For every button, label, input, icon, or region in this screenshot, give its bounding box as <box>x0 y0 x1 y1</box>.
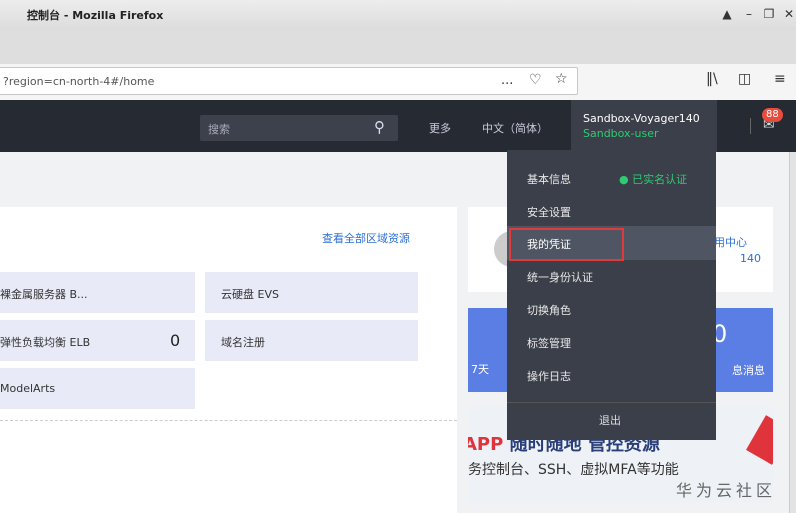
library-icon[interactable]: ‖\ <box>706 71 718 87</box>
stats-message-label: 息消息 <box>732 364 765 377</box>
check-circle-icon: ● <box>619 173 633 186</box>
window-up-icon[interactable]: ▲ <box>718 5 736 23</box>
window-title-bar: 控制台 - Mozilla Firefox ▲ – ❐ ✕ <box>0 0 796 30</box>
service-tile[interactable]: 域名注册 <box>205 320 418 361</box>
search-icon[interactable]: ⚲ <box>374 118 385 136</box>
service-label: ModelArts <box>0 382 56 395</box>
window-restore-icon[interactable]: ❐ <box>760 5 778 23</box>
promo-app-word: APP <box>468 434 504 455</box>
menu-item-switch-role[interactable]: 切换角色 <box>507 293 716 325</box>
watermark: 华为云社区 <box>676 481 777 500</box>
pocket-icon[interactable]: ♡ <box>529 72 542 88</box>
window-close-icon[interactable]: ✕ <box>780 5 796 23</box>
service-tile[interactable]: 裸金属服务器 B... <box>0 272 195 313</box>
service-label: 裸金属服务器 B... <box>0 288 88 301</box>
verified-label: 已实名认证 <box>632 173 688 186</box>
user-center-number: 140 <box>740 252 761 265</box>
menu-item-label: 操作日志 <box>527 370 571 383</box>
notification-badge: 88 <box>762 108 783 122</box>
menu-divider <box>507 402 716 403</box>
username: Sandbox-Voyager140 <box>583 112 700 125</box>
promo-decoration <box>746 415 773 465</box>
scrollbar[interactable] <box>789 152 796 513</box>
menu-item-label: 统一身份认证 <box>527 271 593 284</box>
user-menu-button[interactable]: Sandbox-Voyager140 Sandbox-user <box>571 100 717 152</box>
menu-item-label: 标签管理 <box>527 337 571 350</box>
view-all-regions-link[interactable]: 查看全部区域资源 <box>322 230 410 246</box>
service-label: 域名注册 <box>221 336 265 349</box>
header-divider <box>750 118 751 134</box>
service-label: 云硬盘 EVS <box>221 288 279 301</box>
service-label: 弹性负载均衡 ELB <box>0 336 91 349</box>
dropdown-arrow <box>607 144 619 150</box>
stats-label: 7天 <box>471 363 489 376</box>
window-minimize-icon[interactable]: – <box>740 5 758 23</box>
verified-status: ● 已实名认证 <box>619 171 687 187</box>
user-center-link[interactable]: 用中心 <box>714 234 747 250</box>
service-count: 0 <box>170 331 181 350</box>
service-tile[interactable]: 云硬盘 EVS <box>205 272 418 313</box>
page-actions-icon[interactable]: ... <box>501 73 513 88</box>
highlight-annotation-box <box>509 228 624 261</box>
more-link[interactable]: 更多 <box>429 120 451 136</box>
menu-item-iam[interactable]: 统一身份认证 <box>507 260 716 292</box>
menu-item-basic-info[interactable]: 基本信息 ● 已实名认证 <box>507 162 716 194</box>
language-selector[interactable]: 中文（简体） <box>482 120 548 136</box>
navigation-bar: ?region=cn-north-4#/home ... ♡ ☆ ‖\ ◫ ≡ <box>0 64 796 101</box>
window-title: 控制台 - Mozilla Firefox <box>27 9 164 22</box>
tab-strip <box>0 30 796 65</box>
sidebar-icon[interactable]: ◫ <box>738 71 751 87</box>
menu-item-label: 基本信息 <box>527 173 571 186</box>
service-tile[interactable]: 弹性负载均衡 ELB 0 <box>0 320 195 361</box>
logout-button[interactable]: 退出 <box>599 412 621 428</box>
search-placeholder: 搜索 <box>208 123 230 136</box>
star-icon[interactable]: ☆ <box>555 71 568 87</box>
service-tile[interactable]: ModelArts <box>0 368 195 409</box>
menu-item-label: 切换角色 <box>527 304 571 317</box>
divider <box>0 420 457 421</box>
menu-item-label: 安全设置 <box>527 206 571 219</box>
user-dropdown-menu: 基本信息 ● 已实名认证 安全设置 我的凭证 统一身份认证 切换角色 标签管理 … <box>507 144 716 440</box>
url-text[interactable]: ?region=cn-north-4#/home <box>3 75 154 88</box>
user-role: Sandbox-user <box>583 127 659 140</box>
resource-card: 查看全部区域资源 裸金属服务器 B... 云硬盘 EVS 弹性负载均衡 ELB … <box>0 207 457 513</box>
search-input[interactable]: 搜索 ⚲ <box>200 115 398 141</box>
url-bar[interactable]: ?region=cn-north-4#/home ... ♡ ☆ <box>0 67 578 95</box>
menu-item-tag-management[interactable]: 标签管理 <box>507 326 716 358</box>
menu-icon[interactable]: ≡ <box>774 71 786 87</box>
menu-item-security-settings[interactable]: 安全设置 <box>507 195 716 227</box>
menu-item-operation-log[interactable]: 操作日志 <box>507 359 716 391</box>
console-header: 搜索 ⚲ 更多 中文（简体） Sandbox-Voyager140 Sandbo… <box>0 100 796 152</box>
promo-subtitle: 务控制台、SSH、虚拟MFA等功能 <box>468 462 679 478</box>
